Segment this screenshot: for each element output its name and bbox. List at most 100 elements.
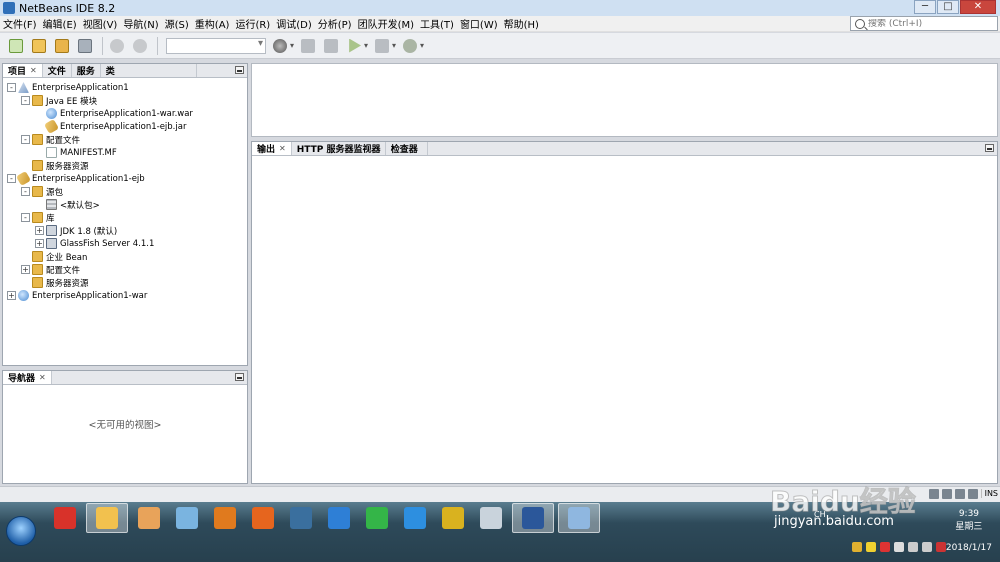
close-tab-icon[interactable]: ✕ — [39, 373, 46, 382]
taskbar-app[interactable] — [132, 503, 166, 533]
close-tab-icon[interactable]: ✕ — [30, 66, 37, 75]
collapse-icon[interactable]: - — [21, 96, 30, 105]
ime-icon[interactable] — [866, 542, 876, 552]
tree-node[interactable]: - Java EE 模块 — [3, 94, 247, 107]
chevron-down-icon[interactable]: ▾ — [364, 41, 368, 50]
taskbar-app[interactable] — [284, 503, 318, 533]
search-box[interactable] — [850, 16, 998, 31]
tab-http-monitor[interactable]: HTTP 服务器监视器 — [292, 142, 386, 155]
menu-refactor[interactable]: 重构(A) — [192, 16, 233, 31]
new-file-icon[interactable] — [6, 36, 26, 56]
tree-node[interactable]: + EnterpriseApplication1-war — [3, 289, 247, 302]
new-project-icon[interactable] — [29, 36, 49, 56]
tab-projects[interactable]: 项目 ✕ — [3, 64, 43, 77]
menu-help[interactable]: 帮助(H) — [501, 16, 542, 31]
taskbar-app[interactable] — [322, 503, 356, 533]
collapse-icon[interactable]: - — [7, 174, 16, 183]
editor-area[interactable] — [251, 63, 998, 137]
tree-node[interactable]: 服务器资源 — [3, 276, 247, 289]
browser-icon[interactable] — [270, 36, 290, 56]
tree-node[interactable]: - EnterpriseApplication1-ejb — [3, 170, 247, 187]
tab-inspector[interactable]: 检查器 — [386, 142, 428, 155]
profile-icon[interactable] — [400, 36, 420, 56]
tree-node[interactable]: 企业 Bean — [3, 250, 247, 263]
tree-node[interactable]: - 源包 — [3, 185, 247, 198]
run-icon[interactable] — [344, 36, 364, 56]
config-select[interactable] — [166, 37, 266, 54]
qq-icon[interactable] — [852, 542, 862, 552]
tree-node[interactable]: + JDK 1.8 (默认) — [3, 224, 247, 237]
menu-run[interactable]: 运行(R) — [232, 16, 273, 31]
menu-tools[interactable]: 工具(T) — [417, 16, 457, 31]
tab-navigator[interactable]: 导航器 ✕ — [3, 371, 52, 384]
language-indicator[interactable]: CH — [814, 510, 826, 519]
task-icon[interactable] — [942, 489, 952, 499]
tree-node[interactable]: <默认包> — [3, 198, 247, 211]
expand-icon[interactable]: + — [35, 239, 44, 248]
device-icon[interactable] — [894, 542, 904, 552]
network-icon[interactable] — [908, 542, 918, 552]
close-project-icon[interactable] — [75, 36, 95, 56]
close-tab-icon[interactable]: ✕ — [279, 144, 286, 153]
menu-team[interactable]: 团队开发(M) — [355, 16, 417, 31]
tree-node[interactable]: MANIFEST.MF — [3, 146, 247, 159]
collapse-icon[interactable]: - — [7, 83, 16, 92]
minimize-panel-button[interactable] — [985, 144, 994, 152]
tab-files[interactable]: 文件 — [43, 64, 72, 77]
tree-node[interactable]: - 配置文件 — [3, 133, 247, 146]
clean-build-icon[interactable] — [321, 36, 341, 56]
menu-navigate[interactable]: 导航(N) — [120, 16, 161, 31]
tab-services[interactable]: 服务 — [72, 64, 101, 77]
open-project-icon[interactable] — [52, 36, 72, 56]
menu-profile[interactable]: 分析(P) — [315, 16, 355, 31]
menu-file[interactable]: 文件(F) — [0, 16, 40, 31]
minimize-button[interactable]: ─ — [914, 0, 936, 14]
search-input[interactable] — [868, 18, 986, 29]
menu-debug[interactable]: 调试(D) — [273, 16, 315, 31]
chevron-down-icon[interactable]: ▾ — [290, 41, 294, 50]
taskbar-app[interactable] — [474, 503, 508, 533]
taskbar-app[interactable] — [398, 503, 432, 533]
expand-icon[interactable]: + — [21, 265, 30, 274]
taskbar-app[interactable] — [436, 503, 470, 533]
tree-node[interactable]: EnterpriseApplication1-ejb.jar — [3, 118, 247, 135]
volume-icon[interactable] — [922, 542, 932, 552]
build-icon[interactable] — [298, 36, 318, 56]
collapse-icon[interactable]: - — [21, 187, 30, 196]
alert-icon[interactable] — [936, 542, 946, 552]
tree-node[interactable]: EnterpriseApplication1-war.war — [3, 107, 247, 120]
minimize-panel-button[interactable] — [235, 373, 244, 381]
tab-output[interactable]: 输出 ✕ — [252, 142, 292, 155]
redo-icon[interactable] — [130, 36, 150, 56]
taskbar-app[interactable] — [208, 503, 242, 533]
expand-icon[interactable]: + — [7, 291, 16, 300]
taskbar-app[interactable] — [246, 503, 280, 533]
taskbar-app[interactable] — [86, 503, 128, 533]
close-button[interactable]: ✕ — [960, 0, 996, 14]
tab-classes[interactable]: 类 — [101, 64, 197, 77]
notification-icon[interactable] — [929, 489, 939, 499]
debug-icon[interactable] — [372, 36, 392, 56]
tray-clock[interactable]: 9:39 星期三 2018/1/17 — [946, 508, 992, 555]
security-icon[interactable] — [880, 542, 890, 552]
undo-icon[interactable] — [107, 36, 127, 56]
menu-window[interactable]: 窗口(W) — [457, 16, 501, 31]
tree-node[interactable]: 服务器资源 — [3, 159, 247, 172]
taskbar-app[interactable] — [360, 503, 394, 533]
tree-node[interactable]: - EnterpriseApplication1 — [3, 81, 247, 94]
menu-edit[interactable]: 编辑(E) — [40, 16, 80, 31]
taskbar-app[interactable] — [48, 503, 82, 533]
taskbar-app[interactable] — [170, 503, 204, 533]
chevron-down-icon[interactable]: ▾ — [420, 41, 424, 50]
taskbar-app[interactable] — [558, 503, 600, 533]
menu-view[interactable]: 视图(V) — [80, 16, 121, 31]
expand-icon[interactable]: + — [35, 226, 44, 235]
user-icon[interactable] — [955, 489, 965, 499]
collapse-icon[interactable]: - — [21, 135, 30, 144]
chevron-down-icon[interactable]: ▾ — [392, 41, 396, 50]
taskbar-app[interactable] — [512, 503, 554, 533]
tree-node[interactable]: + 配置文件 — [3, 263, 247, 276]
minimize-panel-button[interactable] — [235, 66, 244, 74]
maximize-button[interactable]: □ — [937, 0, 959, 14]
collapse-icon[interactable]: - — [21, 213, 30, 222]
